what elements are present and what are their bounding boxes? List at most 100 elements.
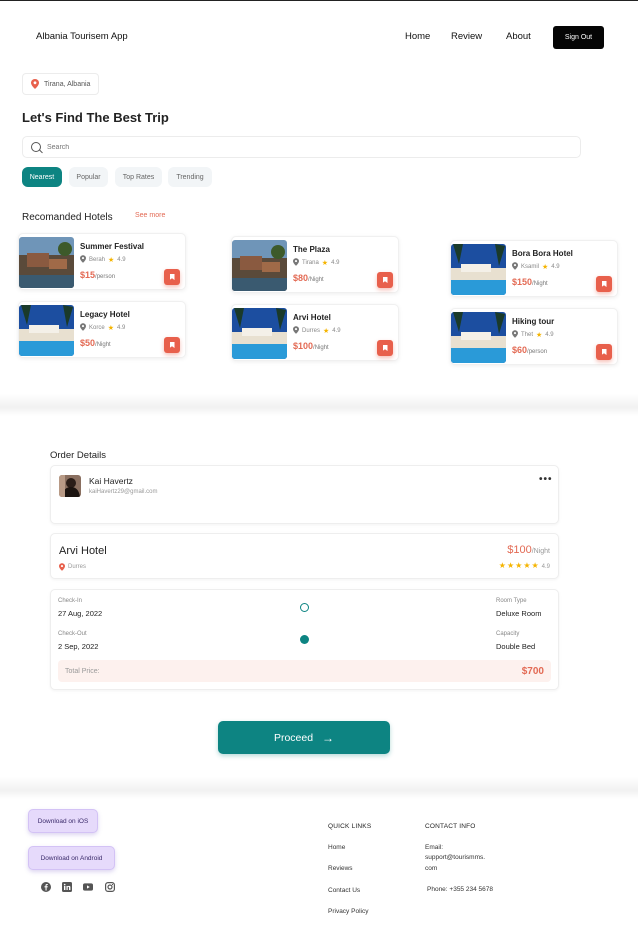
linkedin-icon[interactable] [62, 882, 72, 892]
hotel-city: Durres [302, 328, 321, 334]
timeline-start-dot [300, 603, 309, 612]
section-divider [0, 394, 638, 416]
nav-review[interactable]: Review [451, 31, 482, 42]
checkout-date: 2 Sep, 2022 [58, 642, 99, 651]
map-pin-icon [512, 330, 518, 340]
hotel-meta: Korce ★ 4.9 [80, 323, 125, 333]
hotel-card[interactable]: Legacy Hotel Korce ★ 4.9 $50/Night [18, 301, 186, 358]
hotel-city: Tirana [302, 260, 319, 266]
order-details-title: Order Details [50, 450, 106, 461]
map-pin-icon [293, 258, 299, 268]
proceed-button[interactable]: Proceed → [218, 721, 390, 754]
hotel-city: Thet [521, 332, 534, 338]
footer-link-privacy[interactable]: Privacy Policy [328, 908, 368, 915]
total-price-label: Total Price: [65, 667, 100, 675]
hotel-rating: 4.9 [551, 264, 560, 270]
more-options-button[interactable]: ••• [539, 474, 553, 485]
hotel-meta: Tirana ★ 4.9 [293, 258, 339, 268]
order-price-value: $100 [507, 544, 532, 556]
hotel-price: $100/Night [293, 341, 329, 351]
order-hotel-name: Arvi Hotel [59, 545, 107, 557]
hotel-price-unit: /Night [532, 281, 548, 287]
map-pin-icon [80, 255, 86, 265]
filter-nearest[interactable]: Nearest [22, 167, 62, 187]
see-more-link[interactable]: See more [135, 212, 165, 219]
contact-email-line2: com [425, 865, 438, 872]
hotel-name: Arvi Hotel [293, 313, 331, 322]
user-name: Kai Havertz [89, 476, 133, 486]
hotel-card[interactable]: Arvi Hotel Durres ★ 4.9 $100/Night [231, 304, 399, 361]
order-hotel-price: $100/Night [507, 544, 550, 556]
quick-links-title: QUICK LINKS [328, 823, 372, 830]
room-type: Deluxe Room [496, 609, 542, 618]
hotel-card[interactable]: The Plaza Tirana ★ 4.9 $80/Night [231, 236, 399, 293]
bookmark-icon[interactable] [596, 276, 612, 292]
hotel-rating: 4.9 [331, 260, 340, 266]
checkin-date: 27 Aug, 2022 [58, 609, 103, 618]
hotel-rating: 4.9 [117, 257, 126, 263]
footer-link-reviews[interactable]: Reviews [328, 865, 353, 872]
recommended-hotels-title: Recomanded Hotels [22, 212, 113, 223]
hotel-price-value: $150 [512, 277, 533, 287]
order-hotel-rating: ★★★★★ 4.9 [499, 561, 550, 570]
facebook-icon[interactable] [41, 882, 51, 892]
hotel-price-unit: /Night [308, 277, 324, 283]
hotel-meta: Ksamil ★ 4.9 [512, 262, 560, 272]
bookmark-icon[interactable] [377, 272, 393, 288]
hotel-price-unit: /person [527, 349, 548, 355]
order-rating-value: 4.9 [541, 564, 550, 570]
hotel-city: Korce [89, 325, 105, 331]
app-brand: Albania Tourisem App [36, 31, 128, 42]
bookmark-icon[interactable] [164, 269, 180, 285]
hotel-city: Ksamil [521, 264, 540, 270]
star-icon: ★ [536, 332, 543, 339]
top-border [0, 0, 638, 1]
hotel-meta: Durres ★ 4.9 [293, 326, 341, 336]
hotel-image [19, 237, 74, 288]
capacity: Double Bed [496, 642, 536, 651]
hotel-image [451, 244, 506, 295]
youtube-icon[interactable] [83, 882, 93, 892]
filter-trending[interactable]: Trending [168, 167, 212, 187]
bookmark-icon[interactable] [164, 337, 180, 353]
star-icon: ★★★★★ [498, 561, 540, 570]
location-chip[interactable]: Tirana, Albania [22, 73, 100, 95]
nav-about[interactable]: About [506, 31, 531, 42]
footer-link-contact[interactable]: Contact Us [328, 887, 360, 894]
star-icon: ★ [321, 260, 329, 267]
hotel-rating: 4.9 [332, 328, 341, 334]
contact-email-label: Email: [425, 844, 444, 851]
download-ios-button[interactable]: Download on iOS [28, 809, 98, 833]
order-price-unit: /Night [531, 548, 550, 555]
hotel-price-value: $80 [293, 273, 309, 283]
bookmark-icon[interactable] [377, 340, 393, 356]
hotel-image [232, 240, 287, 291]
filter-top-rates[interactable]: Top Rates [115, 167, 162, 187]
contact-phone: Phone: +355 234 5678 [427, 886, 493, 893]
map-pin-icon [512, 262, 518, 272]
search-bar[interactable] [22, 136, 581, 158]
bookmark-icon[interactable] [596, 344, 612, 360]
instagram-icon[interactable] [105, 882, 115, 892]
nav-home[interactable]: Home [405, 31, 430, 42]
search-input[interactable] [47, 143, 547, 151]
hotel-price: $150/Night [512, 277, 548, 287]
hotel-name: Legacy Hotel [80, 310, 130, 319]
footer-link-home[interactable]: Home [328, 844, 345, 851]
hotel-price-unit: /person [95, 274, 116, 280]
filter-popular[interactable]: Popular [69, 167, 108, 187]
hotel-card[interactable]: Bora Bora Hotel Ksamil ★ 4.9 $150/Night [450, 240, 618, 297]
hotel-price: $60/person [512, 345, 547, 355]
hotel-image [19, 305, 74, 356]
contact-email-line1: support@tourismms. [425, 854, 486, 861]
timeline-end-dot [300, 635, 309, 644]
hotel-rating: 4.9 [545, 332, 554, 338]
sign-out-button[interactable]: Sign Out [553, 26, 604, 49]
hotel-card[interactable]: Summer Festival Berah ★ 4.9 $15/person [18, 233, 186, 290]
avatar [59, 475, 81, 497]
download-android-button[interactable]: Download on Android [28, 846, 115, 870]
map-pin-icon [293, 326, 299, 336]
checkout-label: Check-Out [58, 631, 87, 637]
hotel-card[interactable]: Hiking tour Thet ★ 4.9 $60/person [450, 308, 618, 365]
hotel-price: $50/Night [80, 338, 111, 348]
